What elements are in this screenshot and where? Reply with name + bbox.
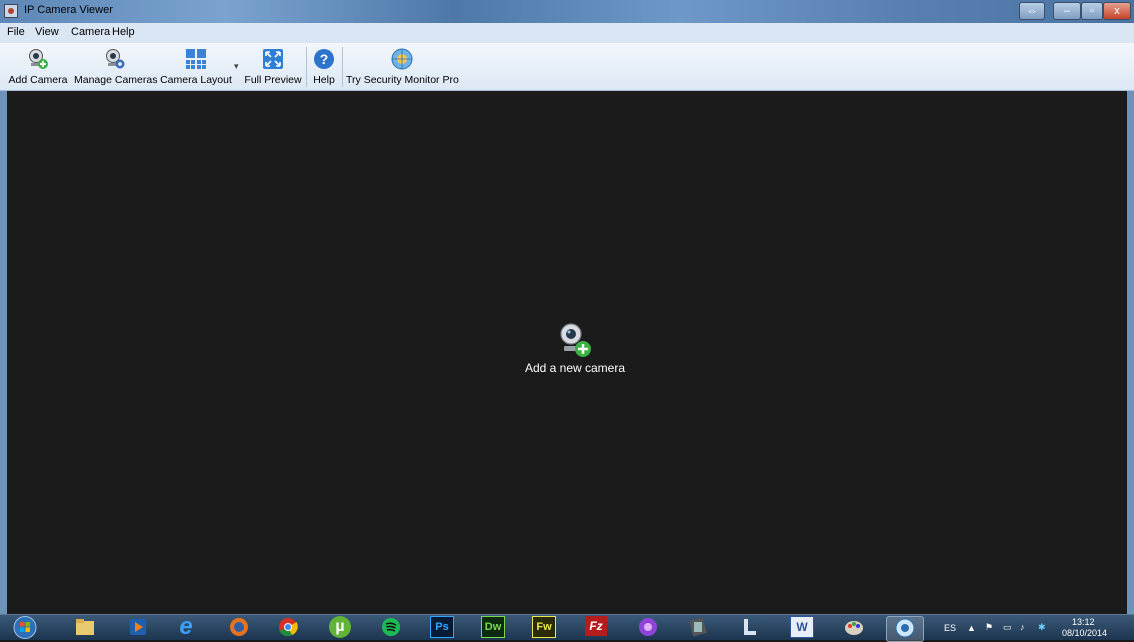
layout-dropdown-arrow[interactable]: ▾ — [234, 61, 239, 72]
menu-help[interactable]: Help — [112, 26, 135, 38]
fullscreen-icon — [263, 49, 283, 69]
dreamweaver-icon[interactable]: Dw — [475, 616, 511, 640]
paint-icon[interactable] — [836, 616, 872, 640]
language-indicator[interactable]: ES — [944, 623, 956, 633]
help-icon: ? — [314, 49, 334, 69]
restore-icon[interactable]: ⇔ — [1019, 2, 1045, 20]
full-preview-label: Full Preview — [244, 74, 302, 86]
security-monitor-icon — [391, 48, 413, 70]
clock-time[interactable]: 13:12 — [1072, 617, 1095, 627]
full-preview-button[interactable]: Full Preview — [244, 43, 302, 89]
network-icon[interactable]: ▭ — [1003, 622, 1012, 633]
toolbar-separator — [342, 47, 343, 87]
chrome-icon[interactable] — [270, 616, 306, 640]
svg-text:?: ? — [320, 51, 329, 67]
camera-layout-label: Camera Layout — [160, 74, 232, 86]
menu-file[interactable]: File — [7, 26, 25, 38]
start-button-icon[interactable] — [10, 615, 40, 640]
word-icon[interactable]: W — [784, 616, 820, 640]
internet-explorer-icon[interactable]: e — [168, 615, 204, 640]
taskbar: e µ Ps Dw Fw Fz W ES ▲ ⚑ ▭ ♪ ✱ 13:12 08/… — [0, 614, 1134, 642]
app-purple-icon[interactable] — [630, 616, 666, 640]
add-camera-button[interactable]: Add Camera — [7, 43, 69, 89]
media-player-icon[interactable] — [120, 616, 156, 640]
maximize-button[interactable]: ▫ — [1081, 2, 1103, 20]
bluetooth-icon[interactable]: ✱ — [1038, 622, 1046, 633]
action-center-flag-icon[interactable]: ⚑ — [985, 622, 993, 633]
filezilla-icon[interactable]: Fz — [578, 616, 614, 640]
system-tray: ES ▲ ⚑ ▭ ♪ ✱ 13:12 08/10/2014 — [940, 615, 1134, 640]
spotify-icon[interactable] — [373, 616, 409, 640]
utorrent-icon[interactable]: µ — [322, 616, 358, 640]
try-pro-label: Try Security Monitor Pro — [346, 74, 459, 86]
manage-cameras-button[interactable]: Manage Cameras — [74, 43, 158, 89]
try-security-monitor-pro-button[interactable]: Try Security Monitor Pro — [346, 43, 459, 89]
toolbar-separator — [306, 47, 307, 87]
close-button[interactable]: x — [1103, 2, 1131, 20]
menu-bar: File View Camera Help — [0, 23, 1134, 43]
title-bar[interactable]: IP Camera Viewer ⇔ – ▫ x — [0, 0, 1134, 23]
explorer-icon[interactable] — [67, 616, 103, 640]
help-button[interactable]: ? Help — [310, 43, 338, 89]
menu-camera[interactable]: Camera — [71, 26, 110, 38]
app-l-icon[interactable] — [732, 616, 768, 640]
clock-date[interactable]: 08/10/2014 — [1062, 628, 1107, 638]
app-icon[interactable] — [4, 4, 18, 18]
manage-cameras-label: Manage Cameras — [74, 74, 158, 86]
volume-icon[interactable]: ♪ — [1020, 622, 1025, 632]
manage-cameras-icon — [106, 49, 125, 69]
toolbar: Add Camera Manage Cameras Camera Layout … — [0, 43, 1134, 91]
firefox-icon[interactable] — [221, 616, 257, 640]
minimize-button[interactable]: – — [1053, 2, 1081, 20]
grid-layout-icon — [186, 49, 206, 69]
photoshop-icon[interactable]: Ps — [424, 616, 460, 640]
show-hidden-icons-icon[interactable]: ▲ — [967, 623, 976, 633]
add-camera-icon[interactable] — [558, 322, 592, 358]
add-camera-icon — [29, 49, 48, 69]
help-label: Help — [313, 74, 335, 86]
add-camera-message[interactable]: Add a new camera — [500, 361, 650, 375]
fireworks-icon[interactable]: Fw — [526, 616, 562, 640]
camera-layout-button[interactable]: Camera Layout — [160, 43, 232, 89]
movie-maker-icon[interactable] — [680, 616, 716, 640]
menu-view[interactable]: View — [35, 26, 59, 38]
window-title: IP Camera Viewer — [24, 4, 113, 16]
ip-camera-viewer-taskbar-icon[interactable] — [886, 616, 924, 642]
add-camera-label: Add Camera — [8, 74, 68, 86]
